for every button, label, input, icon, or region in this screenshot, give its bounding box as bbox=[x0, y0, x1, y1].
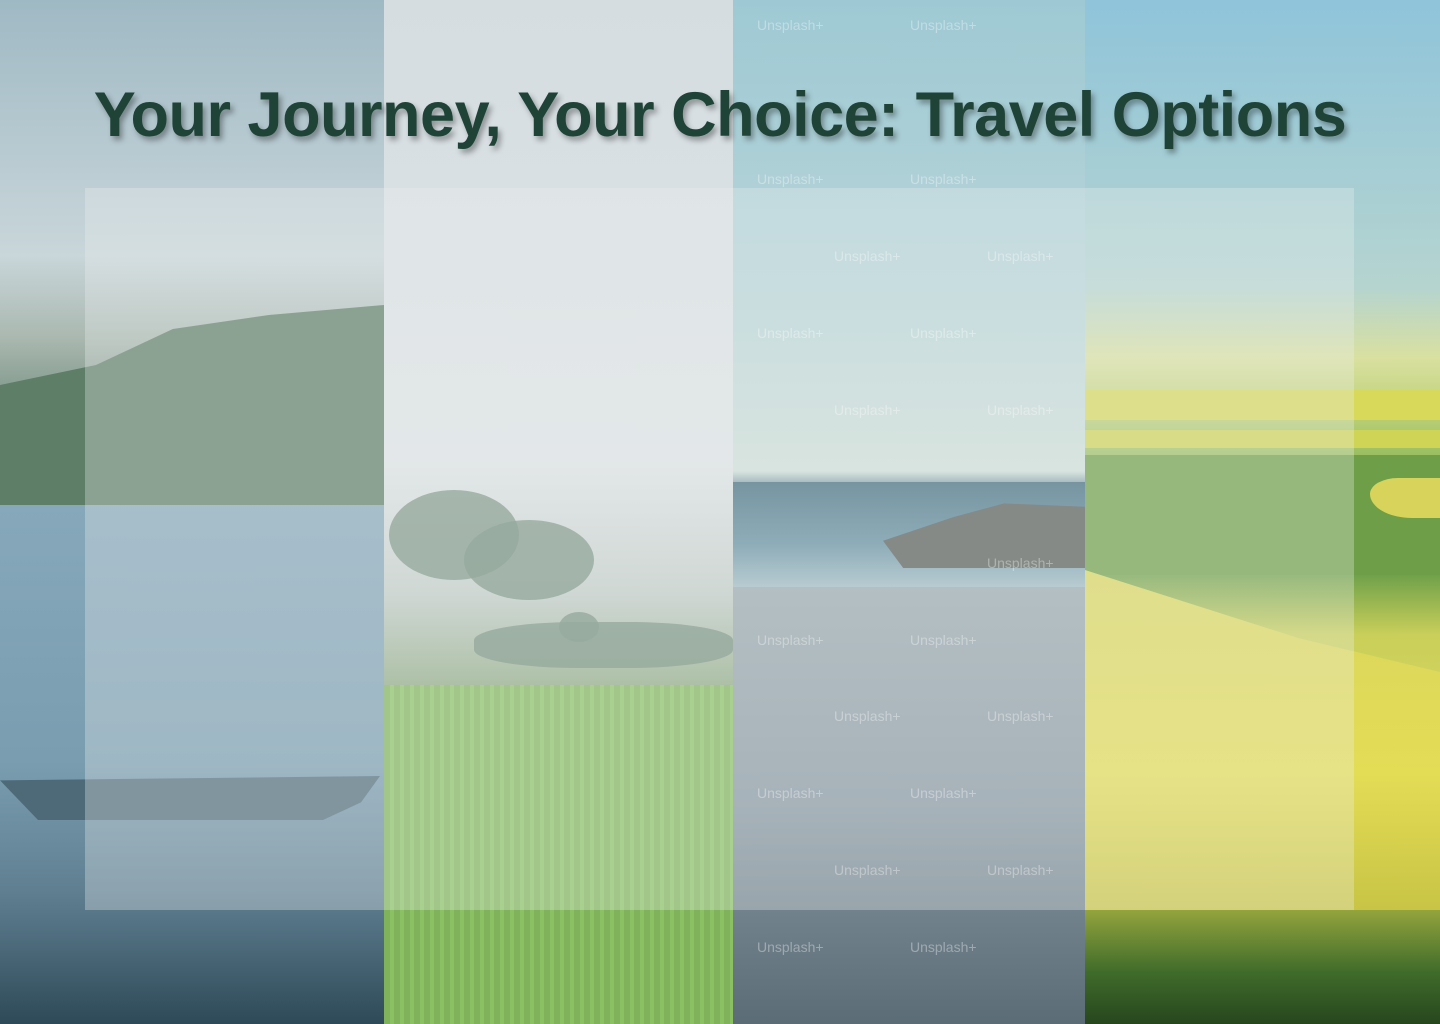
yellow-strip bbox=[1085, 430, 1440, 448]
mustard-flowers bbox=[1085, 570, 1440, 910]
page-title: Your Journey, Your Choice: Travel Option… bbox=[93, 80, 1347, 150]
sandy-beach bbox=[733, 587, 1085, 1024]
tree-line bbox=[474, 622, 733, 668]
beach-option[interactable] bbox=[733, 0, 1085, 1024]
wooden-boat bbox=[0, 776, 380, 820]
rice-paddy bbox=[384, 685, 733, 1024]
green-meadow bbox=[1085, 455, 1440, 575]
mustard-field-option[interactable] bbox=[1085, 0, 1440, 1024]
yellow-strip bbox=[1085, 390, 1440, 420]
lake-water bbox=[0, 500, 384, 1024]
rice-field-option[interactable] bbox=[384, 0, 733, 1024]
lake-boat-option[interactable] bbox=[0, 0, 384, 1024]
forested-hill bbox=[0, 305, 384, 505]
tree-canopy bbox=[464, 520, 594, 600]
